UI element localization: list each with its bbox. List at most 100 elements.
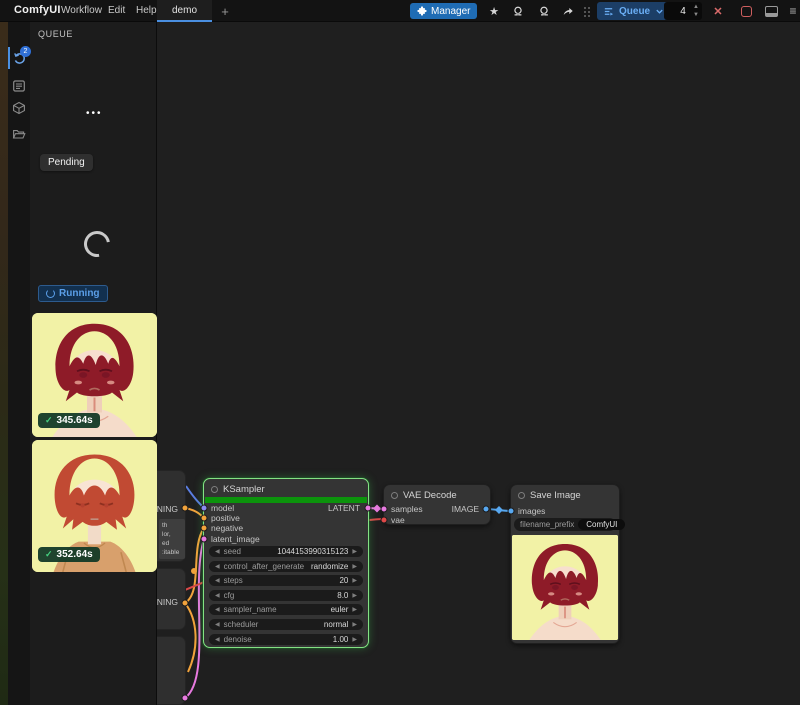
stepper-up-icon[interactable]: ▲ xyxy=(693,3,699,11)
list-icon xyxy=(12,79,26,93)
sidebar-item-model-library[interactable] xyxy=(8,96,30,120)
increment-icon[interactable]: ▶ xyxy=(352,636,357,643)
increment-icon[interactable]: ▶ xyxy=(352,577,357,584)
menu-workflow[interactable]: Workflow xyxy=(61,5,102,16)
image-output-port[interactable] xyxy=(483,506,490,513)
manager-button-label: Manager xyxy=(431,6,470,17)
widget-denoise[interactable]: ◀ denoise 1.00 ▶ xyxy=(209,634,363,645)
widget-scheduler[interactable]: ◀ scheduler normal ▶ xyxy=(209,619,363,630)
samples-input-port[interactable] xyxy=(381,506,388,513)
collapse-toggle-icon[interactable] xyxy=(391,492,398,499)
queue-button[interactable]: Queue xyxy=(597,2,670,20)
partial-node-clip-encode-1[interactable]: NING th lor, ed :itable xyxy=(157,470,186,562)
generated-portrait-preview xyxy=(512,535,618,640)
folder-open-icon xyxy=(12,127,26,141)
duration-badge-1: ✓ 345.64s xyxy=(38,413,100,428)
main-menu-button[interactable]: ≡ xyxy=(784,0,800,22)
sidebar-item-workflows[interactable] xyxy=(8,122,30,146)
stepper-down-icon[interactable]: ▼ xyxy=(693,11,699,19)
new-tab-button[interactable]: + xyxy=(214,0,236,22)
node-title: VAE Decode xyxy=(403,490,457,501)
bottom-panel-icon xyxy=(765,6,778,17)
decrement-icon[interactable]: ◀ xyxy=(215,592,220,599)
partial-node-clip-encode-2[interactable]: NING xyxy=(157,568,186,630)
collapse-toggle-icon[interactable] xyxy=(211,486,218,493)
increment-icon[interactable]: ▶ xyxy=(352,592,357,599)
star-icon[interactable]: ★ xyxy=(485,0,503,22)
increment-icon[interactable]: ▶ xyxy=(352,548,357,555)
samples-input-label: samples xyxy=(391,504,423,514)
queue-more-button[interactable]: ••• xyxy=(86,108,103,119)
node-title: KSampler xyxy=(223,484,265,495)
menu-edit[interactable]: Edit xyxy=(108,5,125,16)
conditioning-output-port[interactable] xyxy=(182,505,189,512)
chevron-down-icon xyxy=(655,7,664,16)
batch-count-stepper[interactable]: 4 ▲ ▼ xyxy=(664,2,702,20)
drag-grip-icon[interactable] xyxy=(583,6,591,17)
negative-input-label: negative xyxy=(211,523,243,533)
manager-button[interactable]: Manager xyxy=(410,3,477,19)
negative-input-port[interactable] xyxy=(201,525,208,532)
widget-control-after-generate[interactable]: ◀ control_after_generate randomize ▶ xyxy=(209,561,363,572)
decrement-icon[interactable]: ◀ xyxy=(215,621,220,628)
clear-queue-button[interactable]: ✕ xyxy=(709,0,727,22)
model-input-port[interactable] xyxy=(201,505,208,512)
comfyui-app: ComfyUI Workflow Edit Help demo + Manage… xyxy=(0,0,800,705)
queue-result-image-1[interactable]: ✓ 345.64s xyxy=(32,313,157,437)
omega-icon-2[interactable] xyxy=(535,0,553,22)
duration-value-2: 352.64s xyxy=(57,549,93,560)
queue-result-image-2[interactable]: ✓ 352.64s xyxy=(32,440,157,572)
omega-icon-1[interactable] xyxy=(509,0,527,22)
queue-run-icon xyxy=(603,6,614,17)
images-input-label: images xyxy=(518,506,545,516)
app-logo: ComfyUI xyxy=(14,4,61,16)
workflow-tab-label: demo xyxy=(172,5,197,16)
interrupt-button[interactable] xyxy=(737,0,755,22)
queue-count-badge: 2 xyxy=(20,46,31,57)
hamburger-icon: ≡ xyxy=(789,4,796,18)
images-input-port[interactable] xyxy=(508,508,515,515)
positive-input-port[interactable] xyxy=(201,515,208,522)
increment-icon[interactable]: ▶ xyxy=(352,621,357,628)
widget-value: ComfyUI xyxy=(578,519,625,530)
widget-sampler-name[interactable]: ◀ sampler_name euler ▶ xyxy=(209,604,363,615)
duration-badge-2: ✓ 352.64s xyxy=(38,547,100,562)
stepper-arrows[interactable]: ▲ ▼ xyxy=(693,3,699,19)
decrement-icon[interactable]: ◀ xyxy=(215,606,220,613)
menu-help[interactable]: Help xyxy=(136,5,157,16)
collapse-toggle-icon[interactable] xyxy=(518,492,525,499)
widget-cfg[interactable]: ◀ cfg 8.0 ▶ xyxy=(209,590,363,601)
running-spinner-icon xyxy=(46,289,55,298)
increment-icon[interactable]: ▶ xyxy=(352,563,357,570)
image-output-label: IMAGE xyxy=(452,504,479,514)
latent-output-port[interactable] xyxy=(182,695,189,702)
decrement-icon[interactable]: ◀ xyxy=(215,563,220,570)
desktop-wallpaper-strip xyxy=(0,22,8,705)
widget-name: steps xyxy=(224,576,243,585)
share-arrow-icon[interactable] xyxy=(559,0,577,22)
latent-image-input-port[interactable] xyxy=(201,536,208,543)
vae-input-port[interactable] xyxy=(381,516,388,523)
prompt-line: ed xyxy=(162,539,185,548)
conditioning-output-port[interactable] xyxy=(182,600,189,607)
increment-icon[interactable]: ▶ xyxy=(352,606,357,613)
save-image-preview[interactable] xyxy=(512,535,618,640)
decrement-icon[interactable]: ◀ xyxy=(215,577,220,584)
prompt-text-widget-fragment[interactable]: th lor, ed :itable xyxy=(159,519,185,559)
widget-filename-prefix[interactable]: filename_prefix ComfyUI xyxy=(514,518,616,531)
sidebar-item-node-library[interactable] xyxy=(8,74,30,98)
ksampler-latent-output-port[interactable] xyxy=(365,505,372,512)
widget-name: denoise xyxy=(224,635,252,644)
widget-name: sampler_name xyxy=(224,605,277,614)
widget-steps[interactable]: ◀ steps 20 ▶ xyxy=(209,575,363,586)
puzzle-icon xyxy=(417,6,427,16)
prompt-line: th xyxy=(162,521,185,530)
decrement-icon[interactable]: ◀ xyxy=(215,548,220,555)
workflow-tab-demo[interactable]: demo xyxy=(157,0,212,22)
prompt-line: :itable xyxy=(162,548,185,557)
check-icon: ✓ xyxy=(45,549,53,560)
latent-image-input-label: latent_image xyxy=(211,534,260,544)
decrement-icon[interactable]: ◀ xyxy=(215,636,220,643)
bottom-panel-toggle[interactable] xyxy=(762,0,780,22)
widget-seed[interactable]: ◀ seed 1044153990315123 ▶ xyxy=(209,546,363,557)
